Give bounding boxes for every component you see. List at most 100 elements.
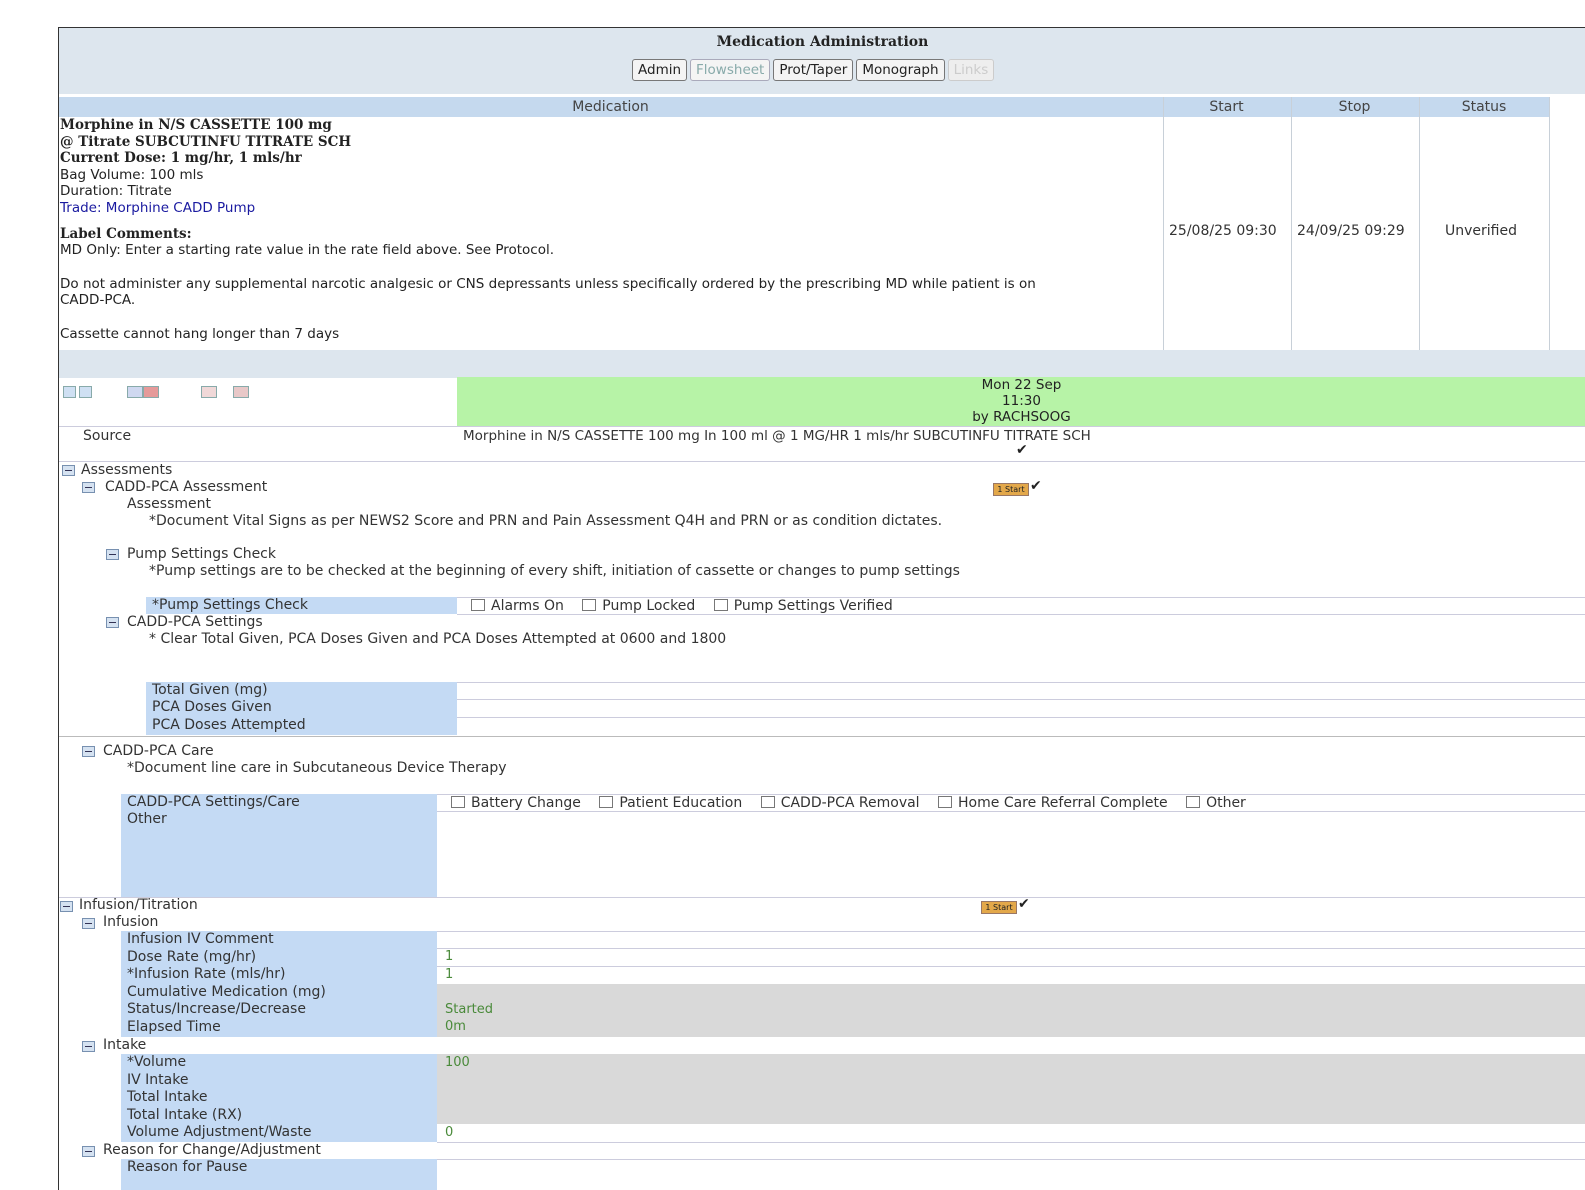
tab-bar: Admin Flowsheet Prot/Taper Monograph Lin… (632, 59, 995, 81)
volume-value[interactable]: 100 (445, 1055, 470, 1070)
dose-rate-value[interactable]: 1 (445, 949, 453, 964)
other-checkbox[interactable]: Other (1186, 795, 1246, 811)
expand-all-icon[interactable] (63, 386, 76, 398)
total-intake-rx-label: Total Intake (RX) (127, 1106, 243, 1123)
medication-name: Morphine in N/S CASSETTE 100 mg (60, 117, 332, 133)
volume-adjustment-label: Volume Adjustment/Waste (127, 1124, 312, 1141)
assessment-label: Assessment (127, 496, 211, 512)
total-intake-label: Total Intake (127, 1089, 208, 1106)
checkbox-icon (451, 796, 465, 808)
collapse-cadd-care-icon[interactable] (82, 746, 95, 757)
checkbox-icon (471, 599, 485, 611)
settings-care-label: CADD-PCA Settings/Care (127, 794, 300, 810)
intake-group: Intake (103, 1037, 147, 1053)
label-comment: Cassette cannot hang longer than 7 days (60, 325, 340, 342)
medication-route: @ Titrate SUBCUTINFU TITRATE SCH (60, 133, 352, 150)
care-options: Battery Change Patient Education CADD-PC… (451, 795, 1260, 811)
dose-rate-label: Dose Rate (mg/hr) (127, 948, 257, 965)
label-comment: MD Only: Enter a starting rate value in … (60, 242, 555, 259)
infusion-rate-value[interactable]: 1 (445, 967, 453, 982)
pump-settings-check-group: Pump Settings Check (127, 546, 276, 562)
cumulative-medication-label: Cumulative Medication (mg) (127, 983, 326, 1000)
start-time: 25/08/25 09:30 (1169, 223, 1277, 239)
status-change-value: Started (445, 1002, 494, 1017)
pump-locked-checkbox[interactable]: Pump Locked (582, 598, 695, 614)
infusion-check-icon: ✔ (1018, 896, 1030, 912)
collapse-pump-settings-icon[interactable] (106, 549, 119, 560)
volume-label: *Volume (127, 1054, 187, 1070)
alarms-on-checkbox[interactable]: Alarms On (471, 598, 564, 614)
home-care-referral-checkbox[interactable]: Home Care Referral Complete (938, 795, 1168, 811)
tab-monograph[interactable]: Monograph (856, 59, 945, 81)
infusion-rate-label: *Infusion Rate (mls/hr) (127, 966, 286, 983)
pump-settings-verified-checkbox[interactable]: Pump Settings Verified (713, 598, 893, 614)
print-icon[interactable] (201, 386, 217, 398)
iv-intake-label: IV Intake (127, 1071, 189, 1088)
infusion-titration-section: Infusion/Titration (79, 897, 198, 913)
trade-name: Trade: Morphine CADD Pump (60, 199, 256, 216)
flowsheet-column-header[interactable]: Mon 22 Sep 11:30 by RACHSOOG (457, 377, 1585, 426)
column-date: Mon 22 Sep (981, 377, 1062, 393)
status-value: Unverified (1445, 223, 1517, 239)
label-comment: CADD-PCA. (60, 292, 136, 309)
infusion-group: Infusion (103, 914, 159, 930)
label-comment: Do not administer any supplemental narco… (60, 275, 1036, 292)
volume-adjustment-value[interactable]: 0 (445, 1125, 453, 1140)
reason-pause-label: Reason for Pause (127, 1159, 248, 1175)
cadd-pca-removal-checkbox[interactable]: CADD-PCA Removal (760, 795, 920, 811)
label-comments-heading: Label Comments: (60, 225, 192, 242)
tab-admin[interactable]: Admin (632, 59, 688, 81)
start-badge-icon: 1 Start (993, 483, 1029, 496)
separator-band (59, 350, 1585, 378)
reason-change-group: Reason for Change/Adjustment (103, 1142, 321, 1158)
medication-administration-window: Medication Administration Admin Flowshee… (58, 27, 1585, 1190)
column-user: by RACHSOOG (972, 409, 1071, 425)
col-medication: Medication (572, 99, 649, 115)
collapse-infusion-icon[interactable] (82, 918, 95, 929)
collapse-all-icon[interactable] (79, 386, 92, 398)
other-label: Other (127, 811, 167, 827)
settings-care-field: CADD-PCA Settings/Care Other (121, 794, 437, 897)
column-time: 11:30 (1002, 393, 1041, 409)
reason-fields: Reason for Pause (121, 1159, 437, 1190)
patient-education-checkbox[interactable]: Patient Education (599, 795, 742, 811)
source-check-icon: ✔ (1016, 442, 1028, 458)
col-status: Status (1461, 99, 1507, 115)
collapse-reason-icon[interactable] (82, 1146, 95, 1157)
battery-change-checkbox[interactable]: Battery Change (451, 795, 581, 811)
assessment-note: *Document Vital Signs as per NEWS2 Score… (149, 513, 943, 529)
collapse-cadd-assessment-icon[interactable] (82, 482, 95, 493)
checkbox-icon (938, 796, 953, 808)
start-badge-icon: 1 Start (981, 901, 1017, 914)
pca-doses-attempted-label: PCA Doses Attempted (152, 717, 306, 733)
infusion-iv-comment-label: Infusion IV Comment (127, 931, 274, 947)
bag-volume: Bag Volume: 100 mls (60, 166, 204, 183)
collapse-cadd-settings-icon[interactable] (106, 617, 119, 628)
column-view-icon[interactable] (127, 386, 143, 398)
checkbox-icon (713, 599, 728, 611)
care-note: *Document line care in Subcutaneous Devi… (127, 760, 507, 776)
elapsed-time-value: 0m (445, 1019, 466, 1034)
cadd-settings-note: * Clear Total Given, PCA Doses Given and… (149, 631, 727, 647)
pump-settings-note: *Pump settings are to be checked at the … (149, 563, 960, 579)
assessments-section: Assessments (81, 462, 173, 478)
export-icon[interactable] (233, 386, 249, 398)
col-start: Start (1209, 99, 1244, 115)
cadd-pca-settings-group: CADD-PCA Settings (127, 614, 263, 630)
collapse-assessments-icon[interactable] (62, 465, 75, 476)
checkbox-icon (1186, 796, 1201, 808)
readonly-intake-cells (437, 1054, 1585, 1124)
col-stop: Stop (1338, 99, 1371, 115)
pump-settings-check-label: *Pump Settings Check (152, 597, 308, 613)
tab-flowsheet[interactable]: Flowsheet (690, 59, 771, 81)
infusion-fields: Infusion IV Comment Dose Rate (mg/hr) *I… (121, 931, 437, 1037)
pump-settings-options: Alarms On Pump Locked Pump Settings Veri… (471, 598, 907, 614)
checkbox-icon (599, 796, 614, 808)
tab-prot-taper[interactable]: Prot/Taper (773, 59, 854, 81)
assessment-check-icon: ✔ (1030, 478, 1042, 494)
pump-settings-check-field: *Pump Settings Check (146, 597, 457, 614)
collapse-infusion-titration-icon[interactable] (60, 901, 73, 912)
row-remove-icon[interactable] (143, 386, 159, 398)
current-dose: Current Dose: 1 mg/hr, 1 mls/hr (60, 150, 302, 167)
collapse-intake-icon[interactable] (82, 1041, 95, 1052)
